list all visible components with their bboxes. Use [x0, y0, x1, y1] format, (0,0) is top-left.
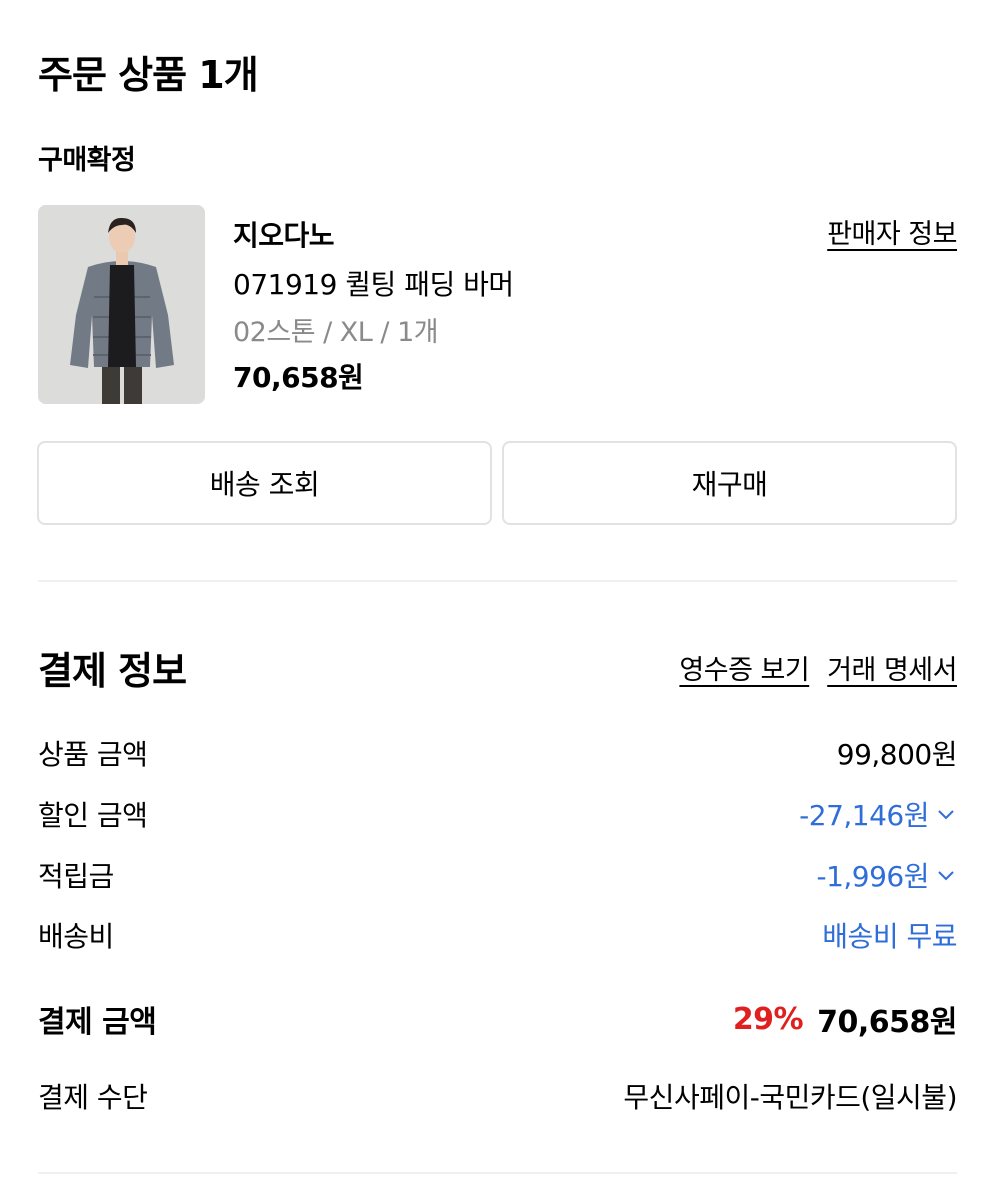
payment-links: 영수증 보기 거래 명세서 [679, 648, 957, 687]
section-divider [38, 1172, 957, 1174]
product-brand[interactable]: 지오다노 [233, 214, 335, 254]
points-value: -1,996원 [816, 860, 929, 893]
chevron-down-icon [938, 871, 954, 881]
total-payment-value: 70,658원 [817, 1005, 957, 1040]
product-amount-label: 상품 금액 [38, 738, 148, 771]
section-divider [38, 580, 957, 582]
shipping-fee-label: 배송비 [38, 920, 114, 953]
discount-rate: 29% [732, 1001, 804, 1037]
shipping-fee-value: 배송비 무료 [822, 920, 957, 953]
order-items-title: 주문 상품 1개 [38, 53, 259, 97]
total-payment: 29% 70,658원 [732, 997, 958, 1041]
points-toggle[interactable]: -1,996원 [816, 855, 957, 895]
product-name[interactable]: 071919 퀼팅 패딩 바머 [233, 263, 514, 303]
seller-info-link[interactable]: 판매자 정보 [827, 212, 957, 251]
order-detail-page: 주문 상품 1개 구매확정 지오다노 판매자 정보 071919 퀼팅 패딩 바… [0, 0, 993, 1200]
product-price: 70,658원 [233, 361, 364, 394]
transaction-statement-link[interactable]: 거래 명세서 [827, 648, 957, 687]
discount-amount-label: 할인 금액 [38, 799, 148, 832]
rebuy-button[interactable]: 재구매 [502, 441, 957, 525]
product-image[interactable] [38, 205, 205, 404]
product-option: 02스톤 / XL / 1개 [233, 317, 439, 348]
product-amount-value: 99,800원 [836, 738, 958, 771]
payment-method-value: 무신사페이-국민카드(일시불) [623, 1081, 957, 1114]
payment-info-title: 결제 정보 [38, 649, 187, 693]
order-status: 구매확정 [38, 145, 136, 176]
view-receipt-link[interactable]: 영수증 보기 [679, 648, 809, 687]
points-label: 적립금 [38, 860, 114, 893]
payment-method-label: 결제 수단 [38, 1081, 148, 1114]
discount-amount-value: -27,146원 [799, 799, 929, 832]
total-payment-label: 결제 금액 [38, 1005, 157, 1040]
chevron-down-icon [938, 810, 954, 820]
discount-amount-toggle[interactable]: -27,146원 [799, 794, 957, 834]
track-delivery-button[interactable]: 배송 조회 [37, 441, 492, 525]
